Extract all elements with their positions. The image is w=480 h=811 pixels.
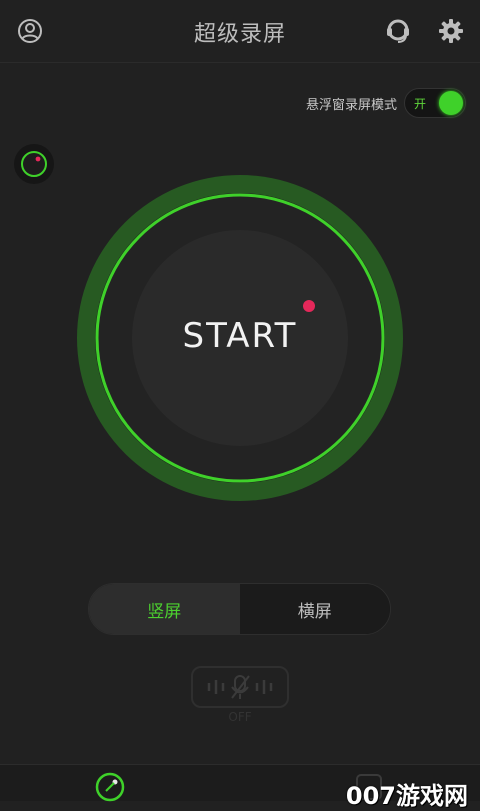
settings-gear-icon[interactable] — [436, 16, 466, 46]
toggle-knob — [439, 91, 463, 115]
watermark-text: 007游戏网 — [345, 782, 468, 810]
floating-mode-toggle[interactable]: 开 — [404, 88, 466, 118]
mic-status-label: OFF — [228, 710, 252, 724]
support-headset-icon[interactable] — [383, 16, 413, 46]
top-bar: 超级录屏 — [0, 0, 480, 62]
record-tab-icon[interactable] — [94, 771, 126, 807]
mic-toggle-button[interactable] — [191, 666, 289, 708]
toggle-on-text: 开 — [414, 97, 427, 111]
start-ring-graphic — [77, 175, 403, 501]
mic-muted-icon — [207, 675, 273, 699]
record-indicator-dot — [303, 300, 315, 312]
landscape-option[interactable]: 横屏 — [239, 584, 390, 634]
floating-ball-icon[interactable] — [14, 144, 54, 184]
floating-mode-label: 悬浮窗录屏模式 — [305, 97, 397, 113]
floating-mode-row: 悬浮窗录屏模式 开 — [306, 87, 466, 119]
portrait-option[interactable]: 竖屏 — [89, 584, 240, 634]
start-record-button[interactable]: START — [77, 175, 403, 501]
orientation-selector: 竖屏 横屏 — [88, 583, 391, 635]
header-divider — [0, 62, 480, 63]
